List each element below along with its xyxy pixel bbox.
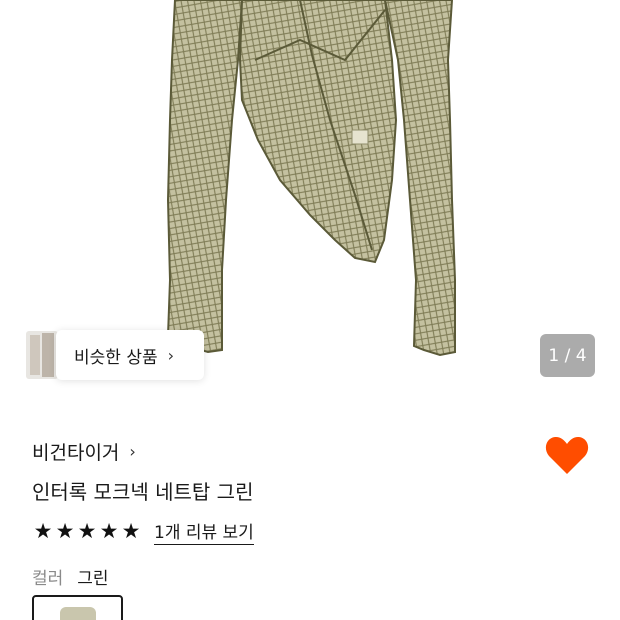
color-label: 컬러: [32, 569, 64, 589]
star-icon: ★: [99, 519, 119, 543]
color-value: 그린: [77, 569, 109, 589]
brand-link[interactable]: 비건타이거 ›: [32, 438, 136, 465]
rating-stars: ★ ★ ★ ★ ★: [32, 521, 142, 542]
image-page-indicator: 1 / 4: [540, 334, 595, 377]
brand-name: 비건타이거: [32, 442, 120, 464]
left-sleeve: [166, 0, 244, 354]
star-icon: ★: [121, 519, 141, 543]
star-icon: ★: [55, 519, 75, 543]
star-icon: ★: [33, 519, 53, 543]
color-option-row: 컬러 그린: [32, 564, 109, 589]
garment-tag: [351, 129, 369, 145]
view-reviews-link[interactable]: 1개 리뷰 보기: [154, 518, 254, 545]
similar-products-label: 비슷한 상품 ›: [56, 330, 204, 380]
chevron-right-icon: ›: [129, 442, 136, 461]
similar-products-button[interactable]: 비슷한 상품 ›: [26, 330, 204, 380]
right-sleeve: [383, 0, 456, 357]
heart-icon: [545, 436, 589, 474]
chevron-right-icon: ›: [167, 345, 175, 365]
star-icon: ★: [77, 519, 97, 543]
swatch-thumbnail: [60, 607, 96, 620]
front-panel: [238, 0, 398, 264]
similar-products-text: 비슷한 상품: [74, 347, 158, 368]
product-title: 인터록 모크넥 네트탑 그린: [32, 480, 254, 504]
similar-product-thumbnail: [26, 331, 58, 379]
rating-row: ★ ★ ★ ★ ★ 1개 리뷰 보기: [32, 518, 254, 545]
wishlist-button[interactable]: [544, 434, 590, 476]
color-swatch-green[interactable]: [32, 595, 123, 620]
